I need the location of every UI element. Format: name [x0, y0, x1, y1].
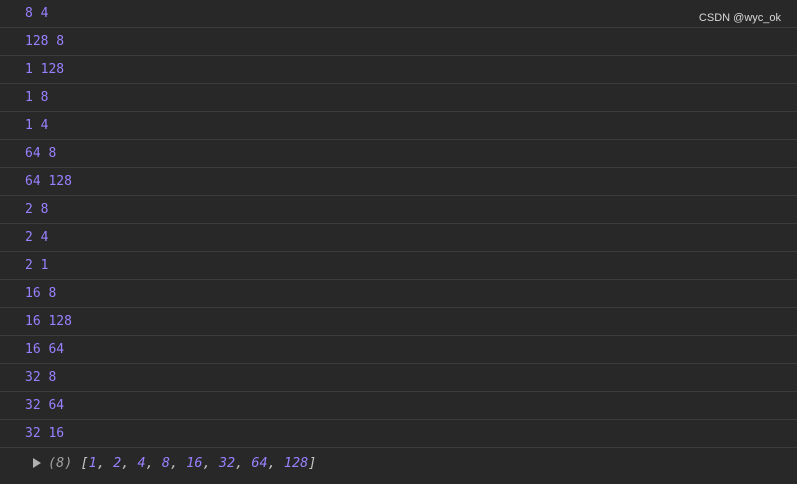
array-separator: ,: [202, 455, 219, 471]
array-open-bracket: [: [80, 455, 89, 471]
log-message: 2 8: [25, 202, 49, 217]
array-separator: ,: [267, 455, 284, 471]
array-separator: ,: [96, 455, 114, 471]
console-log-row: 32 64: [0, 392, 797, 420]
console-log-row: 16 8: [0, 280, 797, 308]
watermark: CSDN @wyc_ok: [698, 12, 781, 24]
console-log-row: 64 128: [0, 168, 797, 196]
console-log-row: 2 1: [0, 252, 797, 280]
log-message: 64 128: [25, 174, 72, 189]
log-message: 1 128: [25, 62, 65, 77]
console-log-row: 1 8: [0, 84, 797, 112]
log-message: 1 4: [25, 118, 49, 133]
array-separator: ,: [235, 455, 252, 471]
array-item: 4: [137, 455, 146, 471]
log-message: 32 16: [25, 426, 65, 441]
console-log-row: 32 16: [0, 420, 797, 448]
array-item: 8: [161, 455, 171, 471]
console-log-list: 8 4 128 8 1 128 1 8 1 4 64 8 64 128 2 8 2 4 2 1 16…: [0, 0, 797, 448]
array-item: 2: [113, 455, 122, 471]
expand-triangle-icon[interactable]: [33, 458, 41, 468]
console-log-row: 16 64: [0, 336, 797, 364]
devtools-console: 8 4 128 81 128 1 81 4 64 8 64 128 2 82 42 1 16…: [0, 0, 797, 484]
log-message: 64 8: [25, 146, 57, 161]
log-message: 32 8: [25, 370, 57, 385]
log-message: 2 4: [25, 230, 49, 245]
array-close-bracket: ]: [308, 455, 317, 471]
array-item: 128: [283, 455, 309, 471]
console-log-row: 16 128: [0, 308, 797, 336]
log-message: 32 64: [25, 398, 65, 413]
console-log-row: 2 8: [0, 196, 797, 224]
array-item: 32: [218, 455, 236, 471]
console-result-row[interactable]: (8) [1, 2, 4, 8, 16, 32, 64, 128]: [0, 448, 797, 484]
console-log-row: 128 8: [0, 28, 797, 56]
console-log-row: 1 4: [0, 112, 797, 140]
log-message: 1 8: [25, 90, 49, 105]
array-separator: ,: [145, 455, 162, 471]
console-log-row: 1 128: [0, 56, 797, 84]
console-log-row: 64 8: [0, 140, 797, 168]
log-message: 2 1: [25, 258, 49, 273]
array-result[interactable]: (8) [1, 2, 4, 8, 16, 32, 64, 128]: [48, 454, 316, 472]
log-message: 16 8: [25, 286, 57, 301]
console-log-row: 32 8: [0, 364, 797, 392]
array-item: 1: [88, 455, 97, 471]
log-message: 16 128: [25, 314, 72, 329]
array-separator: ,: [121, 455, 138, 471]
array-item: 16: [186, 455, 203, 471]
log-message: 8 4: [25, 6, 49, 21]
array-item: 64: [251, 455, 268, 471]
console-log-row: 8 4: [0, 0, 797, 28]
console-log-row: 2 4: [0, 224, 797, 252]
array-separator: ,: [170, 455, 187, 471]
log-message: 16 64: [25, 342, 65, 357]
array-length: (8): [48, 455, 73, 471]
log-message: 128 8: [25, 34, 65, 49]
